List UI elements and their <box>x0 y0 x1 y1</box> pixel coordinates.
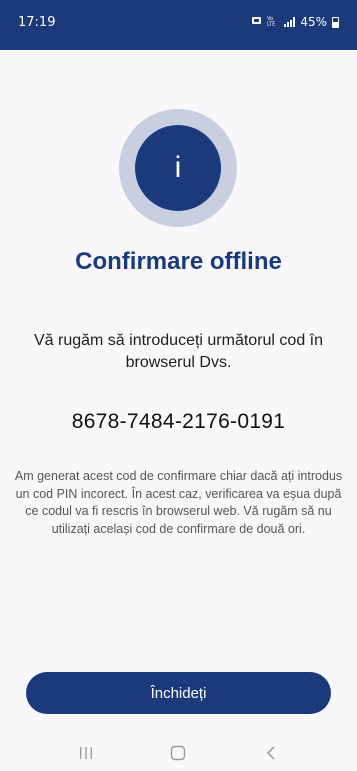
close-button[interactable]: Închideți <box>26 672 331 714</box>
status-bar: 17:19 Vo LTE 45% <box>0 0 357 50</box>
battery-icon <box>332 16 339 28</box>
instruction-text: Vă rugăm să introduceți următorul cod în… <box>33 332 324 371</box>
screen: 17:19 Vo LTE 45% i Confirmare offline Vă … <box>0 0 357 771</box>
volte-icon: Vo LTE <box>267 15 279 29</box>
navigation-bar <box>0 734 357 771</box>
back-icon[interactable] <box>251 738 291 768</box>
info-badge: i <box>119 109 237 227</box>
note-text: Am generat acest cod de confirmare chiar… <box>14 469 343 536</box>
status-icons: Vo LTE 45% <box>251 15 339 29</box>
status-time: 17:19 <box>18 14 56 30</box>
home-icon[interactable] <box>158 738 198 768</box>
battery-percent: 45% <box>300 15 327 29</box>
signal-icon <box>284 17 296 27</box>
svg-text:LTE: LTE <box>267 22 275 27</box>
info-badge-inner: i <box>135 125 221 211</box>
confirmation-code: 8678-7484-2176-0191 <box>71 410 286 433</box>
alarm-icon <box>251 15 262 29</box>
info-icon: i <box>174 151 182 184</box>
page-title: Confirmare offline <box>75 248 282 275</box>
recent-apps-icon[interactable] <box>66 738 106 768</box>
